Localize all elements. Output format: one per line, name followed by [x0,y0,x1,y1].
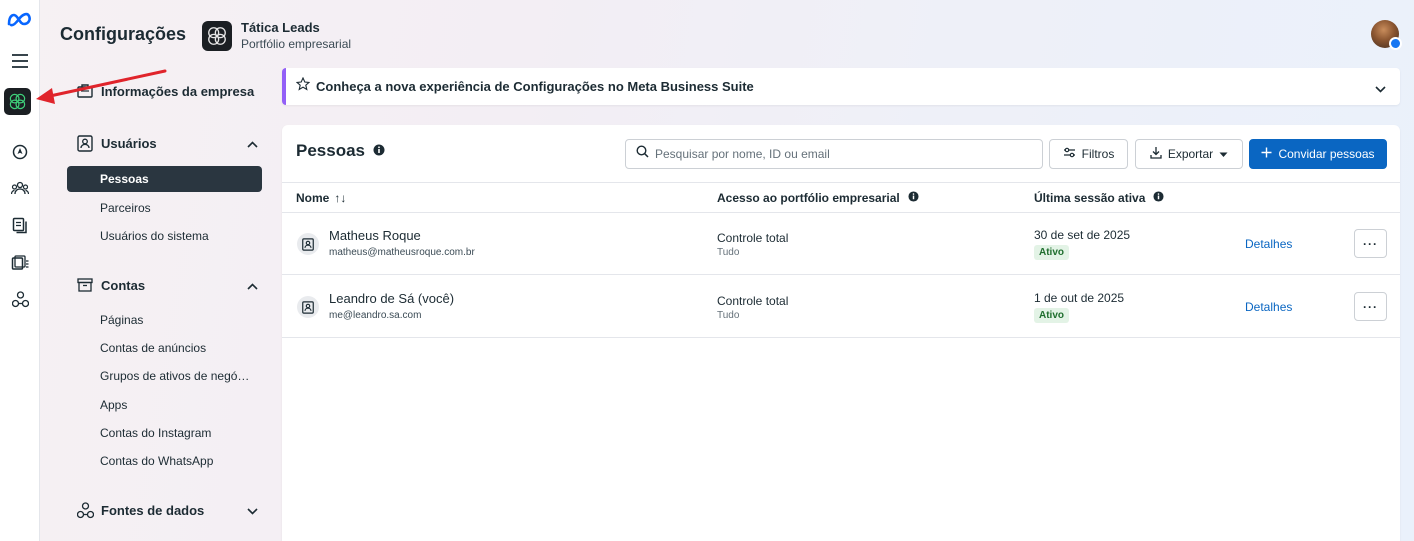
facebook-badge-icon [1389,37,1402,50]
user-badge-icon [297,296,319,318]
compass-icon[interactable] [7,140,33,164]
people-title: Pessoas [296,141,385,161]
people-title-label: Pessoas [296,141,365,160]
plus-icon [1261,147,1272,161]
accounts-box-icon [76,276,94,294]
more-options-button[interactable]: ··· [1354,292,1387,321]
nav-section-data-sources-label: Fontes de dados [101,502,205,518]
nav-section-accounts-label: Contas [101,277,146,293]
sidebar-item-apps[interactable]: Apps [100,398,127,412]
more-options-button[interactable]: ··· [1354,229,1387,258]
details-link[interactable]: Detalhes [1245,300,1292,314]
sliders-icon [1063,147,1076,161]
search-field[interactable] [625,139,1043,169]
chevron-up-icon [247,136,258,151]
column-last-session-label: Última sessão ativa [1034,191,1146,205]
search-icon [636,145,649,163]
new-experience-banner[interactable]: Conheça a nova experiência de Configuraç… [282,68,1400,105]
details-link[interactable]: Detalhes [1245,237,1292,251]
nav-section-users[interactable]: Usuários [76,134,266,152]
nav-section-users-label: Usuários [101,135,157,151]
portfolio-switcher[interactable]: Tática Leads Portfólio empresarial [202,20,351,52]
download-icon [1150,146,1162,162]
sort-icon[interactable]: ↑↓ [334,191,346,205]
table-header: Nome ↑↓ Acesso ao portfólio empresarial … [282,182,1400,213]
meta-logo-icon[interactable] [7,8,33,32]
table-row[interactable]: Matheus Roque matheus@matheusroque.com.b… [282,213,1400,275]
user-badge-icon [297,233,319,255]
nav-section-data-sources[interactable]: Fontes de dados [76,501,266,519]
access-scope: Tudo [717,247,740,258]
sidebar-item-pages[interactable]: Páginas [100,313,143,327]
user-name: Matheus Roque [329,228,421,243]
users-icon [76,134,94,152]
nav-company-info[interactable]: Informações da empresa [76,82,266,100]
documents-icon[interactable] [7,213,33,237]
sidebar-item-whatsapp-accounts[interactable]: Contas do WhatsApp [100,454,213,468]
caret-down-icon [1219,147,1228,161]
access-level: Controle total [717,294,789,308]
status-badge: Ativo [1034,308,1069,323]
accounts-icon[interactable] [7,251,33,275]
chevron-down-icon [247,503,258,518]
invite-people-button[interactable]: Convidar pessoas [1249,139,1387,169]
column-name[interactable]: Nome ↑↓ [296,191,346,205]
user-email: me@leandro.sa.com [329,310,422,321]
column-access: Acesso ao portfólio empresarial [717,191,919,205]
star-icon [295,76,311,96]
search-input[interactable] [655,147,1025,161]
export-label: Exportar [1167,147,1214,161]
info-icon[interactable] [1153,191,1164,205]
export-button[interactable]: Exportar [1135,139,1243,169]
sidebar-item-system-users[interactable]: Usuários do sistema [100,229,209,243]
filters-button[interactable]: Filtros [1049,139,1128,169]
last-session-date: 1 de out de 2025 [1034,291,1125,305]
banner-text: Conheça a nova experiência de Configuraç… [316,79,754,94]
status-badge: Ativo [1034,245,1069,260]
page-title: Configurações [60,24,187,44]
sidebar-item-pessoas[interactable]: Pessoas [67,166,262,192]
portfolio-icon[interactable] [4,88,31,115]
sidebar-item-business-asset-groups[interactable]: Grupos de ativos de negó… [100,369,249,383]
sidebar-item-ad-accounts[interactable]: Contas de anúncios [100,341,206,355]
user-name: Leandro de Sá (você) [329,291,455,306]
last-session-date: 30 de set de 2025 [1034,228,1131,242]
invite-people-label: Convidar pessoas [1278,147,1375,161]
people-icon[interactable] [7,176,33,200]
data-sources-icon[interactable] [7,287,33,311]
table-row[interactable]: Leandro de Sá (você) me@leandro.sa.com C… [282,276,1400,338]
access-level: Controle total [717,231,789,245]
people-panel: Pessoas Filtros Exportar Convidar pessoa… [282,125,1400,541]
user-email: matheus@matheusroque.com.br [329,247,475,258]
filters-label: Filtros [1081,147,1115,161]
column-last-session: Última sessão ativa [1034,191,1164,205]
chevron-down-icon[interactable] [1375,80,1386,98]
chevron-up-icon [247,278,258,293]
info-icon[interactable] [908,191,919,205]
column-access-label: Acesso ao portfólio empresarial [717,191,900,205]
portfolio-subtitle: Portfólio empresarial [241,37,352,51]
company-icon [76,82,94,100]
info-icon[interactable] [373,141,385,161]
sidebar-item-parceiros[interactable]: Parceiros [100,201,151,215]
nav-section-accounts[interactable]: Contas [76,276,266,294]
left-rail [0,0,40,541]
avatar[interactable] [1371,20,1402,50]
menu-icon[interactable] [7,49,33,73]
access-scope: Tudo [717,310,740,321]
sidebar-item-instagram-accounts[interactable]: Contas do Instagram [100,426,211,440]
portfolio-logo-icon [202,21,232,51]
nav-company-info-label: Informações da empresa [101,83,255,99]
data-sources-icon [76,501,94,519]
column-name-label: Nome [296,191,330,205]
portfolio-name: Tática Leads [241,20,320,35]
